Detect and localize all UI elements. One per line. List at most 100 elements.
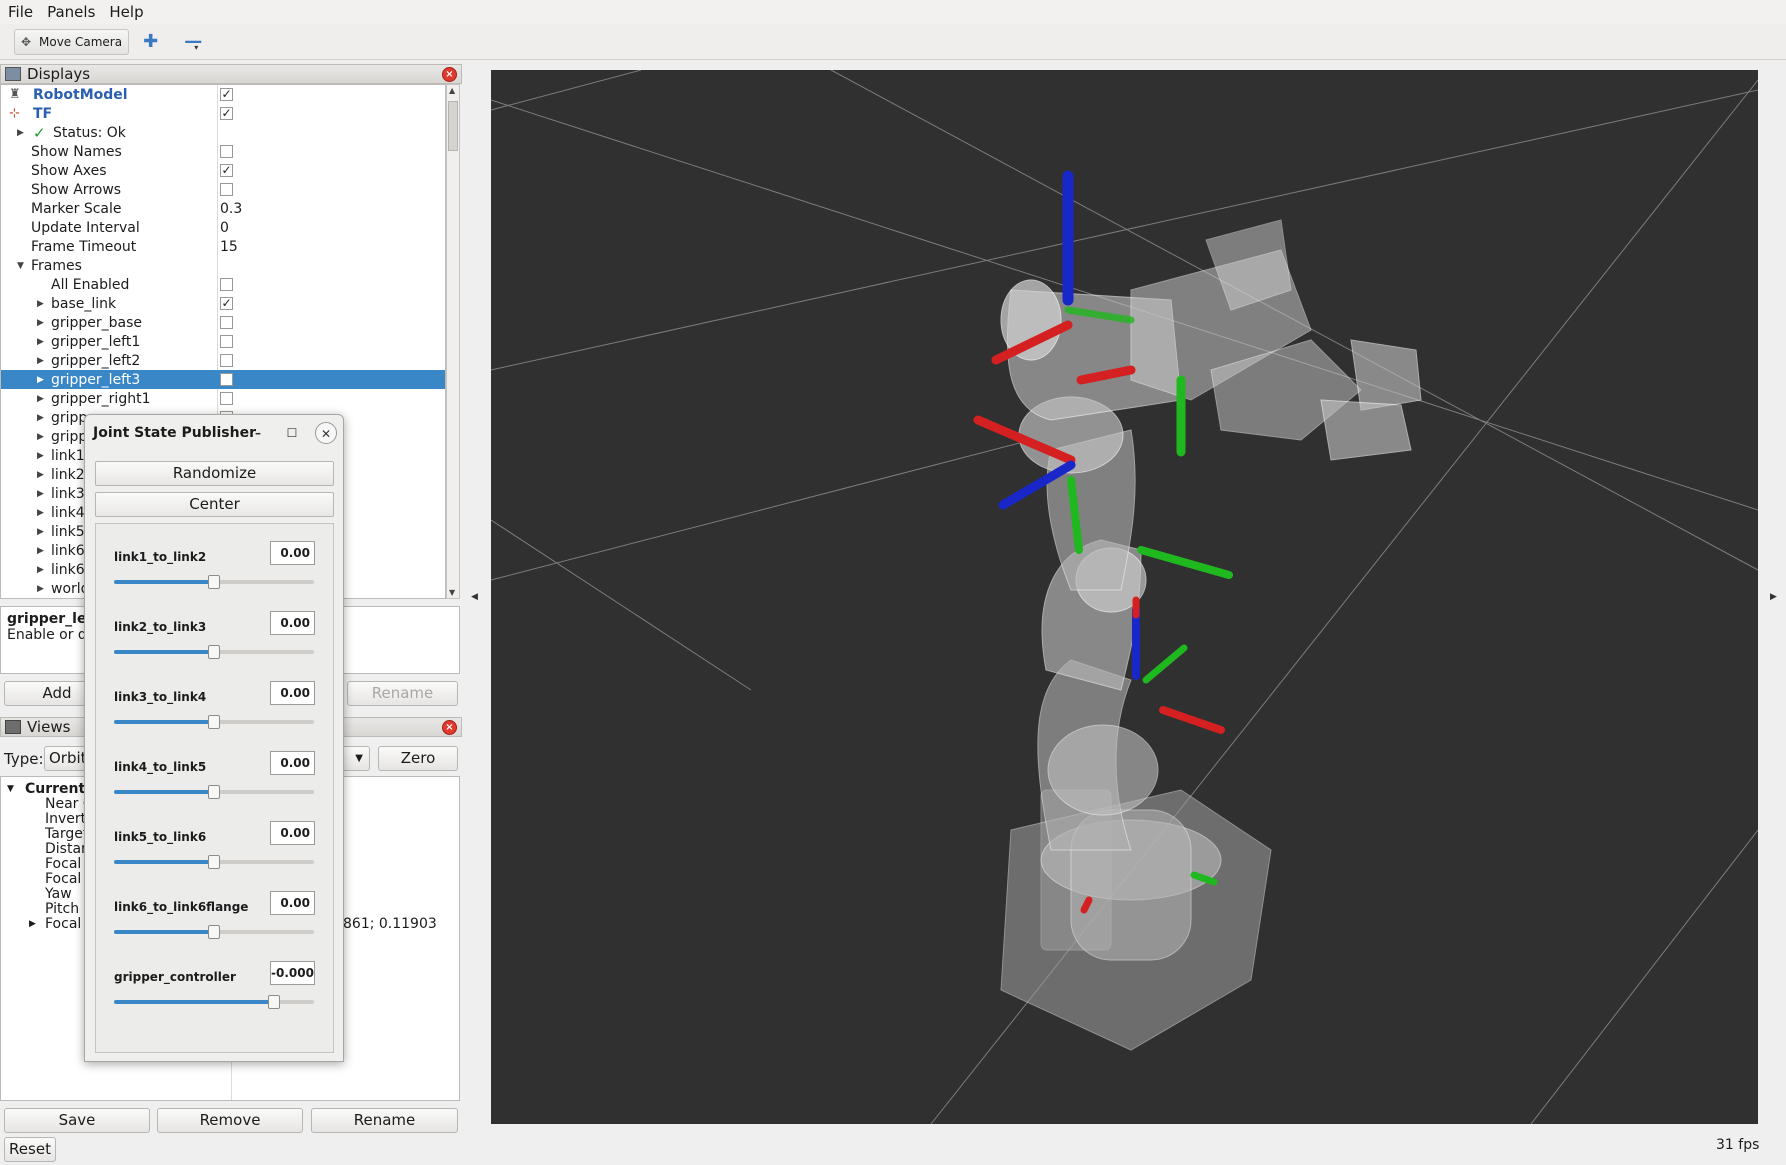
visibility-checkbox[interactable] xyxy=(220,373,233,386)
expand-right-icon[interactable]: ▶ xyxy=(17,128,24,138)
visibility-checkbox[interactable] xyxy=(220,316,233,329)
tree-row-base-link[interactable]: ▶ base_link ✓ xyxy=(1,294,445,313)
move-camera-button[interactable]: ✥ Move Camera xyxy=(14,28,130,55)
tree-row-marker-scale[interactable]: Marker Scale 0.3 xyxy=(1,199,445,218)
3d-viewport[interactable] xyxy=(491,70,1758,1124)
tree-row-all-enabled[interactable]: All Enabled xyxy=(1,275,445,294)
property-value[interactable]: 0 xyxy=(220,220,229,236)
slider-handle[interactable] xyxy=(268,995,280,1009)
close-icon[interactable]: ✕ xyxy=(315,422,337,444)
expand-right-icon[interactable]: ▶ xyxy=(37,337,44,347)
visibility-checkbox[interactable] xyxy=(220,183,233,196)
zero-button[interactable]: Zero xyxy=(378,746,458,771)
property-value[interactable]: 0.3 xyxy=(220,201,242,217)
expand-down-icon[interactable]: ▼ xyxy=(7,784,14,794)
tree-row-show-axes[interactable]: Show Axes ✓ xyxy=(1,161,445,180)
close-icon[interactable]: × xyxy=(442,67,457,82)
views-rename-button[interactable]: Rename xyxy=(311,1108,458,1133)
visibility-checkbox[interactable] xyxy=(220,392,233,405)
slider-handle[interactable] xyxy=(208,785,220,799)
tree-row-gripper-left3[interactable]: ▶ gripper_left3 xyxy=(1,370,445,389)
visibility-checkbox[interactable]: ✓ xyxy=(220,107,233,120)
visibility-checkbox[interactable]: ✓ xyxy=(220,164,233,177)
joint-slider[interactable] xyxy=(114,925,314,939)
expand-right-icon[interactable]: ▶ xyxy=(37,413,44,423)
expand-down-icon[interactable]: ▼ xyxy=(17,261,24,271)
expand-right-icon[interactable]: ▶ xyxy=(37,546,44,556)
expand-right-icon[interactable]: ▶ xyxy=(37,299,44,309)
tree-row-frames[interactable]: ▼ Frames xyxy=(1,256,445,275)
maximize-icon[interactable]: ☐ xyxy=(281,422,303,444)
expand-right-icon[interactable]: ▶ xyxy=(37,489,44,499)
joint-value-field[interactable]: 0.00 xyxy=(270,891,315,915)
joint-slider[interactable] xyxy=(114,715,314,729)
joint-state-publisher-window[interactable]: Joint State Publisher – ☐ ✕ Randomize Ce… xyxy=(84,414,344,1062)
remove-tool-icon[interactable]: — ▾ xyxy=(184,31,202,52)
visibility-checkbox[interactable] xyxy=(220,354,233,367)
minimize-icon[interactable]: – xyxy=(247,422,269,444)
joint-slider[interactable] xyxy=(114,645,314,659)
jsp-title-bar[interactable]: Joint State Publisher – ☐ ✕ xyxy=(85,415,343,451)
displays-scrollbar[interactable]: ▲ ▼ xyxy=(446,84,460,599)
joint-value-field[interactable]: 0.00 xyxy=(270,541,315,565)
tree-row-show-names[interactable]: Show Names xyxy=(1,142,445,161)
menu-panels[interactable]: Panels xyxy=(47,3,95,21)
scroll-down-icon[interactable]: ▼ xyxy=(449,588,455,597)
joint-value-field[interactable]: 0.00 xyxy=(270,611,315,635)
view-property-value[interactable]: 861; 0.11903 xyxy=(343,916,437,932)
scroll-up-icon[interactable]: ▲ xyxy=(449,86,455,95)
scroll-thumb[interactable] xyxy=(448,101,458,151)
joint-slider[interactable] xyxy=(114,575,314,589)
tree-row-show-arrows[interactable]: Show Arrows xyxy=(1,180,445,199)
joint-value-field[interactable]: -0.000 xyxy=(270,961,315,985)
visibility-checkbox[interactable]: ✓ xyxy=(220,297,233,310)
visibility-checkbox[interactable] xyxy=(220,145,233,158)
tree-row-tf[interactable]: ⊹ TF ✓ xyxy=(1,104,445,123)
joint-slider[interactable] xyxy=(114,785,314,799)
add-tool-icon[interactable]: ✚ xyxy=(143,31,158,52)
expand-right-icon[interactable]: ▶ xyxy=(37,584,44,594)
slider-handle[interactable] xyxy=(208,575,220,589)
expand-right-icon[interactable]: ▶ xyxy=(37,318,44,328)
tree-row-frame-timeout[interactable]: Frame Timeout 15 xyxy=(1,237,445,256)
tree-row-robotmodel[interactable]: ♜ RobotModel ✓ xyxy=(1,85,445,104)
slider-handle[interactable] xyxy=(208,925,220,939)
expand-right-icon[interactable]: ▶ xyxy=(37,565,44,575)
joint-value-field[interactable]: 0.00 xyxy=(270,751,315,775)
slider-handle[interactable] xyxy=(208,855,220,869)
center-button[interactable]: Center xyxy=(95,492,334,517)
slider-handle[interactable] xyxy=(208,715,220,729)
visibility-checkbox[interactable]: ✓ xyxy=(220,88,233,101)
expand-right-icon[interactable]: ▶ xyxy=(37,508,44,518)
menu-help[interactable]: Help xyxy=(109,3,143,21)
expand-right-icon[interactable]: ▶ xyxy=(37,394,44,404)
save-button[interactable]: Save xyxy=(4,1108,150,1133)
slider-handle[interactable] xyxy=(208,645,220,659)
joint-slider[interactable] xyxy=(114,995,314,1009)
tree-row-gripper-left1[interactable]: ▶ gripper_left1 xyxy=(1,332,445,351)
collapse-right-icon[interactable]: ▶ xyxy=(1770,592,1777,602)
collapse-left-icon[interactable]: ◀ xyxy=(471,592,478,602)
joint-value-field[interactable]: 0.00 xyxy=(270,681,315,705)
expand-right-icon[interactable]: ▶ xyxy=(37,451,44,461)
visibility-checkbox[interactable] xyxy=(220,278,233,291)
visibility-checkbox[interactable] xyxy=(220,335,233,348)
property-value[interactable]: 15 xyxy=(220,239,238,255)
displays-rename-button[interactable]: Rename xyxy=(347,681,458,706)
tree-row-status-ok[interactable]: ▶ ✓ Status: Ok xyxy=(1,123,445,142)
tree-row-gripper-right1[interactable]: ▶ gripper_right1 xyxy=(1,389,445,408)
close-icon[interactable]: × xyxy=(442,720,457,735)
joint-slider[interactable] xyxy=(114,855,314,869)
tree-row-gripper-base[interactable]: ▶ gripper_base xyxy=(1,313,445,332)
tree-row-update-interval[interactable]: Update Interval 0 xyxy=(1,218,445,237)
expand-right-icon[interactable]: ▶ xyxy=(37,356,44,366)
expand-right-icon[interactable]: ▶ xyxy=(29,919,36,929)
expand-right-icon[interactable]: ▶ xyxy=(37,527,44,537)
joint-value-field[interactable]: 0.00 xyxy=(270,821,315,845)
randomize-button[interactable]: Randomize xyxy=(95,461,334,486)
remove-button[interactable]: Remove xyxy=(157,1108,303,1133)
expand-right-icon[interactable]: ▶ xyxy=(37,375,44,385)
menu-file[interactable]: File xyxy=(8,3,33,21)
reset-button[interactable]: Reset xyxy=(4,1137,56,1162)
tree-row-gripper-left2[interactable]: ▶ gripper_left2 xyxy=(1,351,445,370)
